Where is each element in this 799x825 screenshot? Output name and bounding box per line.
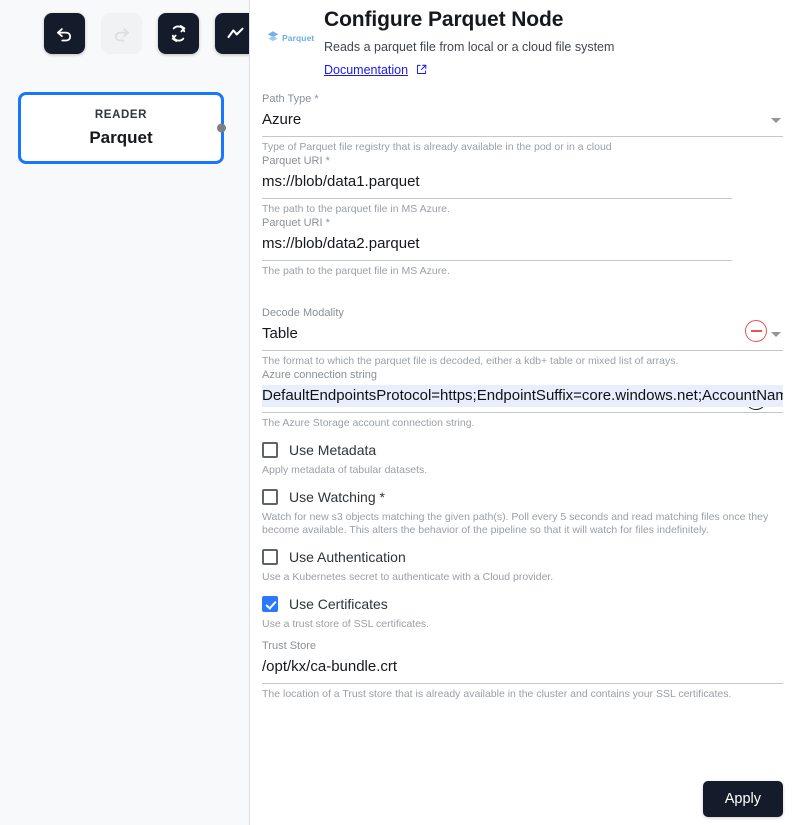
field-use-watching: Use Watching * Watch for new s3 objects … bbox=[262, 488, 783, 537]
undo-button[interactable] bbox=[44, 13, 85, 54]
parquet-uri-2-input[interactable]: ms://blob/data2.parquet bbox=[262, 231, 732, 261]
redo-icon bbox=[111, 23, 132, 44]
field-use-metadata: Use Metadata Apply metadata of tabular d… bbox=[262, 441, 783, 477]
path-type-select[interactable]: Azure bbox=[262, 107, 783, 137]
pipeline-configurator: READER Parquet Parquet Configure Parquet… bbox=[0, 0, 799, 825]
field-path-type: Path Type * Azure Type of Parquet file r… bbox=[262, 92, 783, 154]
use-watching-checkbox[interactable] bbox=[262, 489, 278, 505]
field-path-type-help: Type of Parquet file registry that is al… bbox=[262, 141, 612, 153]
field-azure-connection-string-help: The Azure Storage account connection str… bbox=[262, 417, 475, 429]
use-authentication-label: Use Authentication bbox=[289, 549, 406, 565]
field-trust-store: Trust Store /opt/kx/ca-bundle.crt The lo… bbox=[262, 639, 783, 701]
parquet-brand-label: Parquet bbox=[282, 33, 315, 43]
field-decode-modality-label: Decode Modality bbox=[262, 307, 344, 319]
path-type-value: Azure bbox=[262, 111, 302, 128]
refresh-icon bbox=[168, 23, 189, 44]
pipeline-node-parquet[interactable]: READER Parquet bbox=[18, 92, 226, 164]
trust-store-value: /opt/kx/ca-bundle.crt bbox=[262, 658, 398, 675]
use-certificates-label: Use Certificates bbox=[289, 596, 388, 612]
node-title-label: Parquet bbox=[89, 128, 153, 148]
documentation-link[interactable]: Documentation bbox=[324, 63, 408, 77]
parquet-brand-logo: Parquet bbox=[267, 29, 314, 47]
field-use-authentication: Use Authentication Use a Kubernetes secr… bbox=[262, 548, 783, 584]
apply-button[interactable]: Apply bbox=[702, 781, 783, 817]
azure-connection-string-value: DefaultEndpointsProtocol=https;EndpointS… bbox=[262, 385, 783, 407]
field-parquet-uri-2-help: The path to the parquet file in MS Azure… bbox=[262, 265, 450, 277]
use-metadata-help: Apply metadata of tabular datasets. bbox=[262, 464, 428, 476]
undo-icon bbox=[54, 23, 75, 44]
parquet-uri-1-input[interactable]: ms://blob/data1.parquet bbox=[262, 169, 732, 199]
decode-modality-select[interactable]: Table bbox=[262, 321, 783, 351]
documentation-link-row: Documentation bbox=[324, 61, 783, 80]
parquet-diamond-icon bbox=[267, 29, 279, 47]
use-authentication-checkbox-row[interactable]: Use Authentication bbox=[262, 548, 783, 566]
node-output-port[interactable] bbox=[217, 123, 226, 133]
chart-line-icon bbox=[225, 23, 246, 44]
use-certificates-checkbox-row[interactable]: Use Certificates bbox=[262, 595, 783, 613]
field-parquet-uri-1-label: Parquet URI * bbox=[262, 155, 330, 167]
field-parquet-uri-1-help: The path to the parquet file in MS Azure… bbox=[262, 203, 450, 215]
field-decode-modality-help: The format to which the parquet file is … bbox=[262, 355, 679, 367]
field-azure-connection-string: Azure connection string DefaultEndpoints… bbox=[262, 368, 783, 430]
config-footer: Apply bbox=[702, 781, 783, 817]
config-form: Path Type * Azure Type of Parquet file r… bbox=[262, 92, 783, 701]
decode-modality-value: Table bbox=[262, 325, 298, 342]
use-certificates-help: Use a trust store of SSL certificates. bbox=[262, 618, 430, 630]
page-subtitle: Reads a parquet file from local or a clo… bbox=[324, 40, 615, 54]
use-metadata-label: Use Metadata bbox=[289, 442, 377, 458]
field-trust-store-label: Trust Store bbox=[262, 640, 316, 652]
azure-connection-string-input[interactable]: DefaultEndpointsProtocol=https;EndpointS… bbox=[262, 383, 783, 413]
parquet-uri-2-value: ms://blob/data2.parquet bbox=[262, 235, 420, 252]
node-config-panel: Parquet Configure Parquet Node Reads a p… bbox=[250, 0, 799, 825]
metrics-button[interactable] bbox=[215, 13, 249, 54]
field-use-certificates: Use Certificates Use a trust store of SS… bbox=[262, 595, 783, 631]
use-metadata-checkbox[interactable] bbox=[262, 442, 278, 458]
use-certificates-checkbox[interactable] bbox=[262, 596, 278, 612]
field-trust-store-help: The location of a Trust store that is al… bbox=[262, 688, 732, 700]
chevron-down-icon[interactable] bbox=[771, 331, 781, 337]
redo-button bbox=[101, 13, 142, 54]
use-watching-checkbox-row[interactable]: Use Watching * bbox=[262, 488, 783, 506]
use-authentication-help: Use a Kubernetes secret to authenticate … bbox=[262, 571, 554, 583]
use-metadata-checkbox-row[interactable]: Use Metadata bbox=[262, 441, 783, 459]
field-parquet-uri-1: Parquet URI * ms://blob/data1.parquet Th… bbox=[262, 154, 783, 216]
external-link-icon[interactable] bbox=[411, 62, 426, 79]
pipeline-canvas[interactable]: READER Parquet bbox=[0, 0, 250, 825]
refresh-button[interactable] bbox=[158, 13, 199, 54]
field-parquet-uri-2: Parquet URI * ms://blob/data2.parquet Th… bbox=[262, 216, 783, 278]
trust-store-input[interactable]: /opt/kx/ca-bundle.crt bbox=[262, 654, 783, 684]
config-header: Parquet Configure Parquet Node Reads a p… bbox=[262, 0, 783, 80]
field-decode-modality: Decode Modality Table The format to whic… bbox=[262, 306, 783, 368]
use-authentication-checkbox[interactable] bbox=[262, 549, 278, 565]
field-azure-connection-string-label: Azure connection string bbox=[262, 369, 377, 381]
parquet-uri-1-value: ms://blob/data1.parquet bbox=[262, 173, 420, 190]
use-watching-label: Use Watching * bbox=[289, 489, 385, 505]
field-parquet-uri-2-label: Parquet URI * bbox=[262, 217, 330, 229]
canvas-toolbar bbox=[44, 13, 249, 54]
use-watching-help: Watch for new s3 objects matching the gi… bbox=[262, 511, 769, 536]
node-kind-label: READER bbox=[94, 108, 148, 121]
page-title: Configure Parquet Node bbox=[324, 8, 564, 31]
chevron-down-icon[interactable] bbox=[771, 117, 781, 123]
field-path-type-label: Path Type * bbox=[262, 93, 319, 105]
